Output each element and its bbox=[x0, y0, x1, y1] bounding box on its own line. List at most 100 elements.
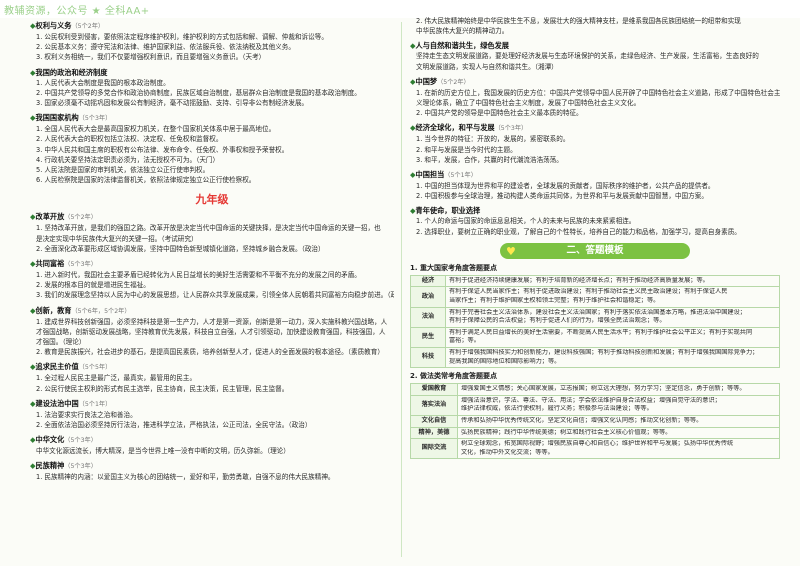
left-column: ◆权利与义务（5个2年） 1. 公民权利受到侵害，要依照法定程序维护权利，维护权… bbox=[30, 16, 394, 483]
right-column: 2. 伟大民族精神始终是中华民族生生不息，发展壮大的强大精神支柱，是维系我国各民… bbox=[410, 16, 780, 460]
grade-heading: 九年级 bbox=[195, 193, 229, 207]
row-content: 树立全球观念，拓宽国际视野；增强民族自尊心和自信心；维护世界和平与发展；弘扬中华… bbox=[457, 438, 780, 460]
list-item: 1. 法治要求实行良法之治和善治。 bbox=[36, 410, 137, 419]
list-item: 1. 个人的命运与国家的命运息息相关，个人的未来与民族的未来紧紧相连。 bbox=[416, 217, 636, 226]
row-key: 文化自信 bbox=[410, 414, 458, 428]
list-item: 2. 教育是民族振兴，社会进步的基石，是提高国民素质，培养创新型人才，促进人的全… bbox=[36, 348, 384, 357]
list-item: 1. 坚持改革开放，是我们的强国之路。改革开放是决定当代中国命运的关键抉择，是决… bbox=[36, 224, 381, 233]
section-title: ◆青年使命，职业选择 bbox=[410, 206, 481, 216]
cell-line: 传承和弘扬中华优秀传统文化，坚定文化自信；增强文化认同感；推动文化创新；等等。 bbox=[461, 416, 703, 424]
list-item: 文明发展道路，实现人与自然和谐共生。（湘潭） bbox=[416, 62, 558, 71]
cell-line: 有利于保障公民的合法权益；有利于促进人们的行为，增强全民法治观念；等。 bbox=[449, 317, 666, 325]
list-item: 3. 国家必须毫不动摇巩固和发展公有制经济，毫不动摇鼓励、支持、引导非公有制经济… bbox=[36, 99, 309, 108]
section-title: ◆改革开放（5个2年） bbox=[30, 212, 97, 222]
table-title: 1. 重大国家考角度答题要点 bbox=[410, 263, 497, 272]
cell-line: 有利于完善社会主义法治体系，建设社会主义法治国家；有利于落实依法治国基本方略，推… bbox=[449, 308, 746, 316]
list-item: 2. 伟大民族精神始终是中华民族生生不息，发展壮大的强大精神支柱，是维系我国各民… bbox=[416, 17, 741, 25]
row-key: 政治 bbox=[410, 286, 446, 308]
cell-line: 有利于保证人民当家作主；有利于促进政治建设；有利于推动社会主义民主政治建设；有利… bbox=[449, 288, 728, 296]
heart-icon: ♥ bbox=[506, 244, 516, 258]
row-key: 落实法治 bbox=[410, 394, 458, 416]
list-item: 2. 全面深化改革要形成区域协调发展，坚持中国特色新型城镇化道路，坚持城乡融合发… bbox=[36, 244, 325, 253]
section-title: ◆经济全球化，和平与发展（5个3年） bbox=[410, 123, 528, 133]
row-content: 增强法治意识，学法、尊法、守法、用法；学会依法维护自身合法权益；增强自觉守法的意… bbox=[457, 394, 780, 416]
section-title: ◆中国梦（5个2年） bbox=[410, 76, 470, 86]
cell-line: 维护法律权威，依法行使权利，履行义务；积极参与法治建设；等等。 bbox=[461, 405, 653, 413]
list-item: 2. 选择职业，要树立正确的职业观，了解自己的个性特长，培养自己的能力和品格，加… bbox=[416, 227, 741, 236]
row-key: 法治 bbox=[410, 306, 446, 328]
row-content: 弘扬民族精神；践行中华传统美德；树立和践行社会主义核心价值观；等等。 bbox=[457, 426, 780, 440]
row-content: 传承和弘扬中华优秀传统文化，坚定文化自信；增强文化认同感；推动文化创新；等等。 bbox=[457, 414, 780, 428]
list-item: 中华民族伟大复兴的精神动力。 bbox=[416, 27, 509, 36]
row-content: 增强爱国主义情感；关心国家发展，立志报国；树立远大理想，努力学习；坚定信念，勇于… bbox=[457, 383, 780, 396]
section-title: ◆追求民主价值（5个5年） bbox=[30, 362, 112, 372]
cell-line: 富裕；等。 bbox=[449, 337, 480, 345]
list-item: 2. 和平与发展是当今时代的主题。 bbox=[416, 145, 517, 154]
cell-line: 树立全球观念，拓宽国际视野；增强民族自尊心和自信心；维护世界和平与发展；弘扬中华… bbox=[461, 440, 734, 448]
page: 教辅资源，公众号 ★ 全科AA+ ◆权利与义务（5个2年） 1. 公民权利受到侵… bbox=[0, 0, 800, 566]
list-item: 2. 公民行使民主权利的形式有民主选举，民主协商，民主决策，民主管理，民主监督。 bbox=[36, 384, 289, 393]
table-row: 政治 有利于保证人民当家作主；有利于促进政治建设；有利于推动社会主义民主政治建设；… bbox=[410, 286, 780, 308]
list-item: 2. 全面依法治国必须坚持厉行法治，推进科学立法，严格执法，公正司法，全民守法。… bbox=[36, 421, 312, 430]
list-item: 1. 中国的担当体现为世界和平的建设者，全球发展的贡献者，国际秩序的维护者，公共… bbox=[416, 182, 715, 191]
list-item: 2. 中国共产党领导的多党合作和政治协商制度，民族区域自治制度，基层群众自治制度… bbox=[36, 88, 361, 97]
answer-table-1: 经济 有利于促进经济持续健康发展；有利于培育新的经济增长点；有利于推动经济高质量发… bbox=[410, 274, 780, 369]
list-item: 2. 发展的根本目的就是增进民生福祉。 bbox=[36, 281, 150, 290]
section-title: ◆创新，教育（5个6年，5个2年） bbox=[30, 305, 131, 315]
list-item: 才强国战略，创新驱动发展战略，坚持教育优先发展，科技自立自强，人才引领驱动，加快… bbox=[36, 327, 386, 336]
section-title: ◆人与自然和谐共生，绿色发展 bbox=[410, 41, 509, 51]
list-item: 1. 当今世界的特征：开放的，发展的，紧密联系的。 bbox=[416, 135, 570, 144]
list-item: 1. 进入新时代，我国社会主要矛盾已经转化为人民日益增长的美好生活需要和不平衡不… bbox=[36, 271, 361, 280]
list-item: 1. 在新的历史方位上，我国发展的历史方位：中国共产党领导中国人民开辟了中国特色… bbox=[416, 88, 780, 97]
table-title: 2. 做法类常考角度答题要点 bbox=[410, 372, 497, 381]
table-row: 精神，美德 弘扬民族精神；践行中华传统美德；树立和践行社会主义核心价值观；等等。 bbox=[410, 426, 780, 440]
row-key: 民生 bbox=[410, 326, 446, 349]
cell-line: 弘扬民族精神；践行中华传统美德；树立和践行社会主义核心价值观；等等。 bbox=[461, 428, 672, 436]
list-item: 才强国。（理论） bbox=[36, 338, 86, 347]
table-row: 经济 有利于促进经济持续健康发展；有利于培育新的经济增长点；有利于推动经济高质量发… bbox=[410, 274, 780, 288]
section-title: ◆中华文化（5个3年） bbox=[30, 435, 97, 445]
list: 1. 公民权利受到侵害，要依照法定程序维护权利，维护权利的方式包括和解、调解、仲… bbox=[30, 32, 394, 63]
list-item: 3. 中华人民共和国主席的职权有公布法律、发布命令、任免权、外事权和授予荣誉权。 bbox=[36, 145, 289, 154]
list-item: 4. 行政机关要坚持法定职责必须为，法无授权不可为。（天门） bbox=[36, 155, 220, 164]
list-item: 1. 民族精神的内涵：以爱国主义为核心的团结统一，爱好和平，勤劳勇敢，自强不息的… bbox=[36, 473, 335, 482]
list-item: 中华文化源远流长，博大精深，是当今世界上唯一没有中断的文明，历久弥新。（理论） bbox=[36, 447, 290, 456]
list-item: 1. 建成世界科技创新强国，必须坚持科技是第一生产力，人才是第一资源，创新是第一… bbox=[36, 317, 388, 326]
row-content: 有利于增强我国科技实力和创新能力，建设科技强国；有利于推动科技创新和发展；有利于… bbox=[445, 346, 780, 369]
watermark-text: 教辅资源，公众号 ★ 全科AA+ bbox=[4, 6, 150, 17]
list-item: 3. 权利义务相统一，我们不仅要增强权利意识，而且要增强义务意识。（天考） bbox=[36, 53, 266, 62]
list-item: 1. 全国人民代表大会是最高国家权力机关，在整个国家机关体系中居于最高地位。 bbox=[36, 125, 276, 134]
list-item: 6. 人民检察院是国家的法律监督机关，依照法律规定独立公正行使检察权。 bbox=[36, 176, 256, 185]
column-divider bbox=[401, 22, 402, 557]
list-item: 坚持走生态文明发展道路，要处理好经济发展与生态环境保护的关系，走绿色经济、生产发… bbox=[416, 52, 759, 61]
list-item: 是决定实现中华民族伟大复兴的关键一招。（考试研究） bbox=[36, 234, 198, 243]
row-content: 有利于满足人民日益增长的美好生活需要，不断提高人民生活水平；有利于维护社会公平正… bbox=[445, 326, 780, 349]
section-title: ◆我国的政治和经济制度 bbox=[30, 67, 108, 77]
list-item: 2. 中国共产党的领导是中国特色社会主义最本质的特征。 bbox=[416, 109, 583, 118]
table-row: 科技 有利于增强我国科技实力和创新能力，建设科技强国；有利于推动科技创新和发展；有… bbox=[410, 346, 780, 369]
row-content: 有利于促进经济持续健康发展；有利于培育新的经济增长点；有利于推动经济高质量发展；… bbox=[445, 274, 780, 288]
cell-line: 当家作主；有利于维护国家主权和领土完整；有利于维护社会和谐稳定；等。 bbox=[449, 297, 660, 305]
row-key: 爱国教育 bbox=[410, 383, 458, 396]
cell-line: 提高我国的国际地位和国际影响力；等。 bbox=[449, 357, 561, 365]
table-row: 落实法治 增强法治意识，学法、尊法、守法、用法；学会依法维护自身合法权益；增强自觉… bbox=[410, 394, 780, 416]
list-item: 3. 我们的发展理念坚持以人民为中心的发展思想，让人民群众共享发展成果，引领全体… bbox=[36, 291, 394, 300]
section-title: ◆中国担当（5个1年） bbox=[410, 170, 477, 180]
row-key: 经济 bbox=[410, 274, 446, 288]
row-content: 有利于保证人民当家作主；有利于促进政治建设；有利于推动社会主义民主政治建设；有利… bbox=[445, 286, 780, 308]
list-item: 2. 人民代表大会的职权包括立法权、决定权、任免权和监督权。 bbox=[36, 135, 223, 144]
cell-line: 有利于促进经济持续健康发展；有利于培育新的经济增长点；有利于推动经济高质量发展；… bbox=[449, 276, 709, 284]
cell-line: 有利于增强我国科技实力和创新能力，建设科技强国；有利于推动科技创新和发展；有利于… bbox=[449, 349, 759, 356]
table-row: 国际交流 树立全球观念，拓宽国际视野；增强民族自尊心和自信心；维护世界和平与发展；… bbox=[410, 438, 780, 460]
list-item: 1. 公民权利受到侵害，要依照法定程序维护权利，维护权利的方式包括和解、调解、仲… bbox=[36, 33, 328, 41]
row-key: 精神，美德 bbox=[410, 426, 458, 440]
cell-line: 有利于满足人民日益增长的美好生活需要，不断提高人民生活水平；有利于维护社会公平正… bbox=[449, 328, 753, 336]
list-item: 2. 中国积极参与全球治理，推动构建人类命运共同体，为世界和平与发展贡献中国智慧… bbox=[416, 192, 708, 201]
row-content: 有利于完善社会主义法治体系，建设社会主义法治国家；有利于落实依法治国基本方略，推… bbox=[445, 306, 780, 328]
section-title: ◆共同富裕（5个3年） bbox=[30, 259, 97, 269]
table-row: 爱国教育 增强爱国主义情感；关心国家发展，立志报国；树立远大理想，努力学习；坚定信… bbox=[410, 383, 780, 396]
list-item: 2. 公民基本义务：遵守宪法和法律、维护国家利益、依法服兵役、依法纳税及其他义务… bbox=[36, 43, 295, 52]
table-row: 民生 有利于满足人民日益增长的美好生活需要，不断提高人民生活水平；有利于维护社会公… bbox=[410, 326, 780, 349]
table-row: 文化自信 传承和弘扬中华优秀传统文化，坚定文化自信；增强文化认同感；推动文化创新；… bbox=[410, 414, 780, 428]
row-key: 国际交流 bbox=[410, 438, 458, 460]
